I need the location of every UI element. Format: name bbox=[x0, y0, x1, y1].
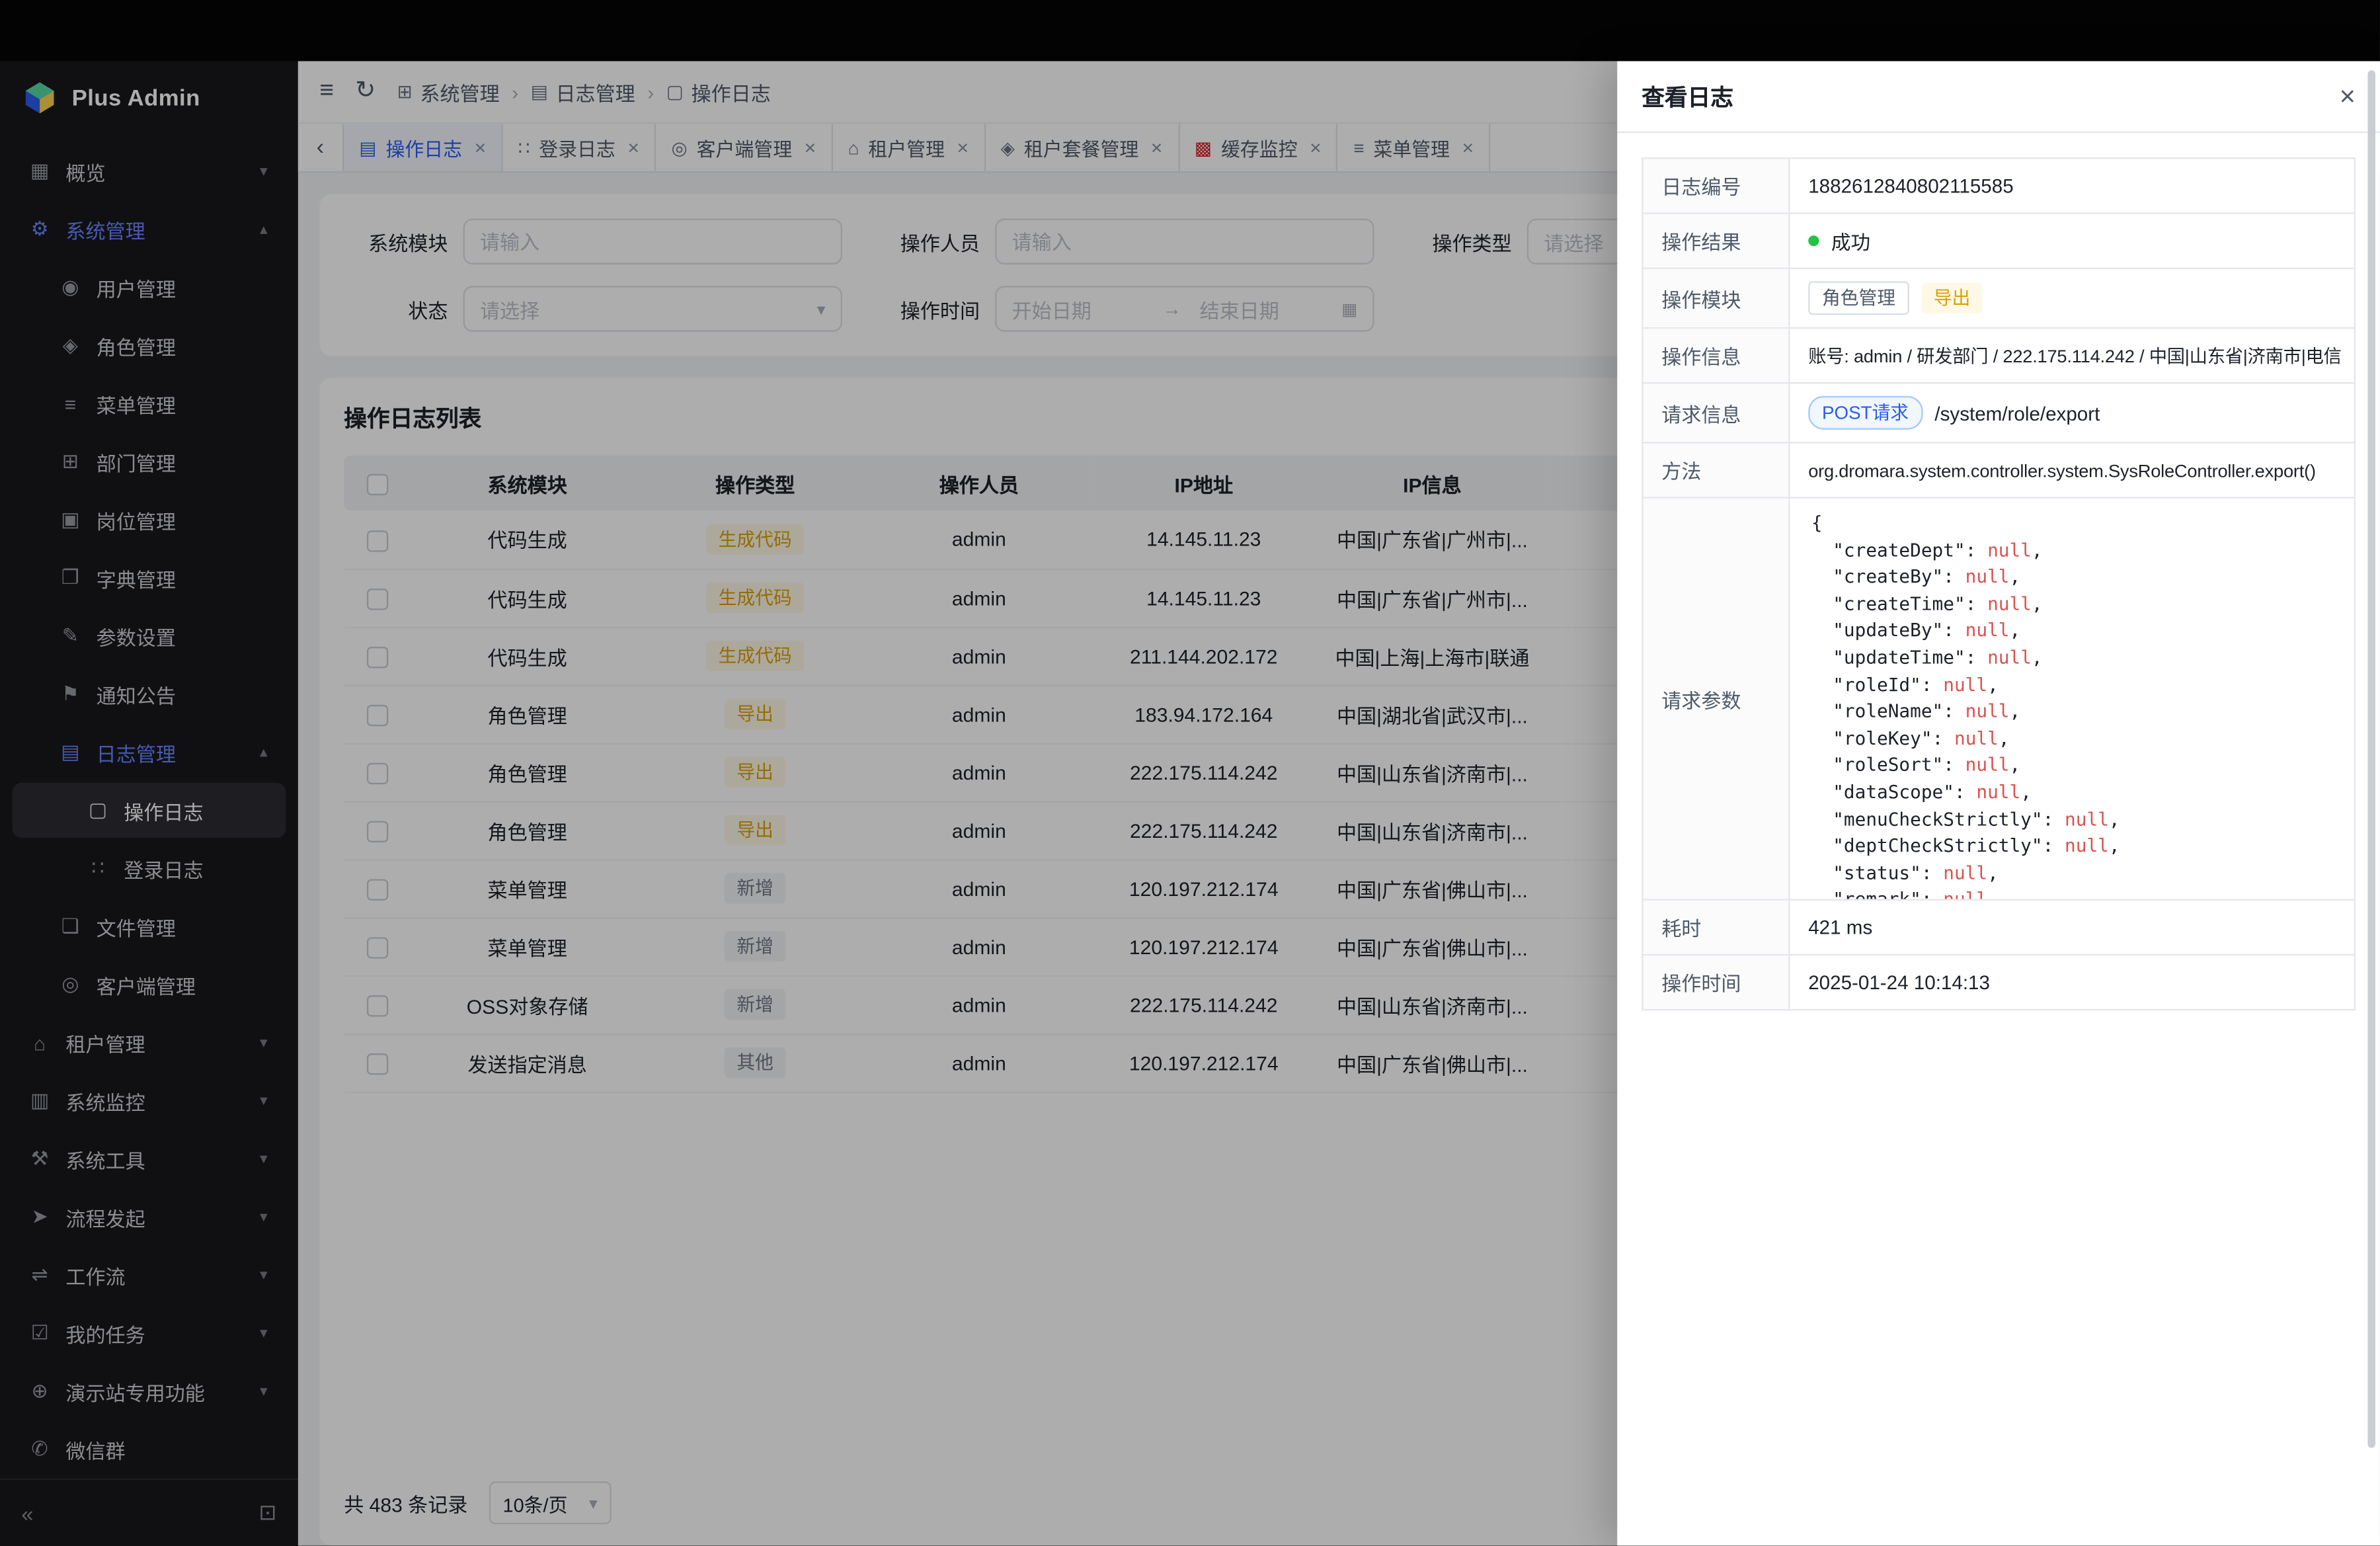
json-line: "menuCheckStrictly": null, bbox=[1811, 807, 2332, 834]
row-params: 请求参数 {"createDept": null,"createBy": nul… bbox=[1644, 499, 2354, 901]
row-time: 操作时间 2025-01-24 10:14:13 bbox=[1644, 956, 2354, 1010]
row-info: 操作信息 账号: admin / 研发部门 / 222.175.114.242 … bbox=[1644, 329, 2354, 384]
request-value: POST请求 /system/role/export bbox=[1790, 384, 2354, 442]
row-module: 操作模块 角色管理 导出 bbox=[1644, 269, 2354, 329]
field-label: 操作结果 bbox=[1644, 214, 1790, 268]
row-request: 请求信息 POST请求 /system/role/export bbox=[1644, 384, 2354, 443]
json-line: "updateTime": null, bbox=[1811, 645, 2332, 672]
field-label: 操作模块 bbox=[1644, 269, 1790, 327]
json-line: { bbox=[1811, 510, 2332, 538]
app-root: Plus Admin ▦概览▾⚙系统管理▴◉用户管理◈角色管理≡菜单管理⊞部门管… bbox=[0, 0, 2380, 1546]
module-tag: 角色管理 bbox=[1808, 281, 1909, 315]
success-dot-icon bbox=[1808, 235, 1819, 246]
json-line: "roleSort": null, bbox=[1811, 753, 2332, 780]
row-result: 操作结果 成功 bbox=[1644, 214, 2354, 269]
field-label: 操作时间 bbox=[1644, 956, 1790, 1009]
field-label: 耗时 bbox=[1644, 901, 1790, 954]
log-id-value: 1882612840802115585 bbox=[1790, 159, 2354, 212]
result-value: 成功 bbox=[1790, 214, 2354, 268]
field-label: 请求参数 bbox=[1644, 499, 1790, 899]
json-line: "roleName": null, bbox=[1811, 699, 2332, 726]
json-line: "createTime": null, bbox=[1811, 591, 2332, 618]
json-line: "createDept": null, bbox=[1811, 538, 2332, 565]
drawer-title: 查看日志 bbox=[1642, 80, 1733, 112]
json-line: "remark": null, bbox=[1811, 887, 2332, 899]
row-duration: 耗时 421 ms bbox=[1644, 901, 2354, 956]
row-log-id: 日志编号 1882612840802115585 bbox=[1644, 159, 2354, 214]
view-log-drawer: 查看日志 × 日志编号 1882612840802115585 操作结果 成功 bbox=[1617, 61, 2380, 1545]
field-label: 请求信息 bbox=[1644, 384, 1790, 442]
field-label: 日志编号 bbox=[1644, 159, 1790, 212]
field-label: 方法 bbox=[1644, 444, 1790, 497]
json-line: "createBy": null, bbox=[1811, 565, 2332, 592]
params-value: {"createDept": null,"createBy": null,"cr… bbox=[1790, 499, 2354, 899]
log-detail-table: 日志编号 1882612840802115585 操作结果 成功 操作模块 bbox=[1642, 157, 2356, 1010]
time-value: 2025-01-24 10:14:13 bbox=[1790, 956, 2354, 1009]
json-line: "updateBy": null, bbox=[1811, 618, 2332, 645]
drawer-header: 查看日志 × bbox=[1617, 61, 2380, 133]
close-icon[interactable]: × bbox=[2340, 83, 2356, 110]
params-scrollbar[interactable] bbox=[2367, 133, 2375, 1035]
drawer-body: 日志编号 1882612840802115585 操作结果 成功 操作模块 bbox=[1617, 133, 2380, 1035]
request-method-tag: POST请求 bbox=[1808, 396, 1923, 430]
info-value: 账号: admin / 研发部门 / 222.175.114.242 / 中国|… bbox=[1790, 329, 2354, 382]
json-line: "roleKey": null, bbox=[1811, 726, 2332, 753]
field-label: 操作信息 bbox=[1644, 329, 1790, 382]
method-value: org.dromara.system.controller.system.Sys… bbox=[1790, 444, 2354, 497]
duration-value: 421 ms bbox=[1790, 901, 2354, 954]
row-method: 方法 org.dromara.system.controller.system.… bbox=[1644, 444, 2354, 499]
scrollbar-thumb[interactable] bbox=[2367, 133, 2375, 1035]
module-value: 角色管理 导出 bbox=[1790, 269, 2354, 327]
json-line: "roleId": null, bbox=[1811, 672, 2332, 699]
action-tag: 导出 bbox=[1921, 283, 1983, 313]
request-params-json[interactable]: {"createDept": null,"createBy": null,"cr… bbox=[1790, 499, 2354, 899]
json-line: "status": null, bbox=[1811, 860, 2332, 887]
json-line: "dataScope": null, bbox=[1811, 780, 2332, 807]
request-url: /system/role/export bbox=[1934, 401, 2100, 425]
json-line: "deptCheckStrictly": null, bbox=[1811, 833, 2332, 860]
